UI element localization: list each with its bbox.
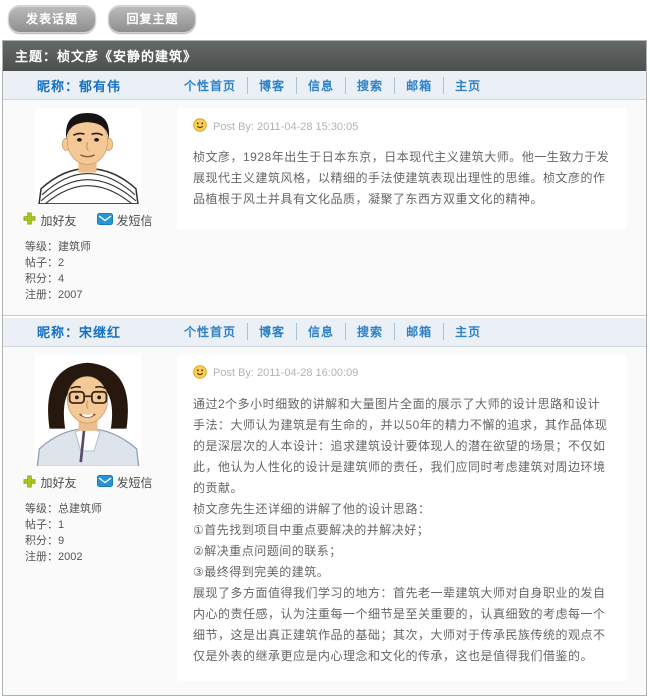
send-message-label: 发短信 <box>117 474 153 491</box>
stat-points: 积分：4 <box>25 271 173 287</box>
post-2-user-panel: 加好友 发短信 等级：总建筑师 帖子：1 积分：9 注册：2002 <box>3 355 173 578</box>
stat-level: 等级：总建筑师 <box>25 501 173 517</box>
post-2-nickname: 昵称：宋继红 <box>3 322 173 341</box>
post-2-content-box: Post By: 2011-04-28 16:00:09 通过2个多小时细致的讲… <box>177 355 626 681</box>
blue-envelope-icon <box>97 475 113 490</box>
send-message-label: 发短信 <box>117 212 153 229</box>
post-1: 昵称：郁有伟 个性首页 博客 信息 搜索 邮箱 主页 <box>3 71 646 315</box>
post-1-user-panel: 加好友 发短信 等级：建筑师 帖子：2 积分：4 注册：2007 <box>3 108 173 315</box>
post-1-nickname: 昵称：郁有伟 <box>3 76 173 95</box>
avatar-female-user[interactable] <box>35 355 141 467</box>
nav-link-personal-home[interactable]: 个性首页 <box>173 77 247 94</box>
post-2-body: 加好友 发短信 等级：总建筑师 帖子：1 积分：9 注册：2002 <box>3 347 646 695</box>
post-2-actions: 加好友 发短信 <box>3 474 173 491</box>
add-friend-label: 加好友 <box>40 212 76 229</box>
toolbar: 发表话题 回复主题 <box>0 0 650 40</box>
post-2-paragraph: ①首先找到项目中重点要解决的并解决好； <box>193 520 610 541</box>
post-1-header: 昵称：郁有伟 个性首页 博客 信息 搜索 邮箱 主页 <box>3 71 646 100</box>
post-1-content-box: Post By: 2011-04-28 15:30:05 桢文彦，1928年出生… <box>177 108 626 230</box>
nav-link-info[interactable]: 信息 <box>296 323 345 340</box>
post-2-timestamp: Post By: 2011-04-28 16:00:09 <box>213 367 358 379</box>
add-friend-link[interactable]: 加好友 <box>23 212 76 229</box>
smiley-face-icon <box>193 365 207 382</box>
post-1-user-stats: 等级：建筑师 帖子：2 积分：4 注册：2007 <box>25 239 173 303</box>
post-2-paragraph: 桢文彦先生还详细的讲解了他的设计思路： <box>193 499 610 520</box>
post-2-paragraph: 通过2个多小时细致的讲解和大量图片全面的展示了大师的设计思路和设计手法：大师认为… <box>193 394 610 499</box>
post-1-body: 加好友 发短信 等级：建筑师 帖子：2 积分：4 注册：2007 <box>3 100 646 315</box>
nav-link-homepage[interactable]: 主页 <box>443 77 492 94</box>
post-2: 昵称：宋继红 个性首页 博客 信息 搜索 邮箱 主页 <box>3 318 646 695</box>
post-2-user-stats: 等级：总建筑师 帖子：1 积分：9 注册：2002 <box>25 501 173 565</box>
avatar-male-user[interactable] <box>35 108 141 204</box>
post-1-nav-links: 个性首页 博客 信息 搜索 邮箱 主页 <box>173 77 492 94</box>
stat-registered: 注册：2007 <box>25 287 173 303</box>
post-2-header: 昵称：宋继红 个性首页 博客 信息 搜索 邮箱 主页 <box>3 318 646 347</box>
post-1-timestamp: Post By: 2011-04-28 15:30:05 <box>213 121 358 133</box>
post-1-actions: 加好友 发短信 <box>3 212 173 229</box>
post-1-paragraph: 桢文彦，1928年出生于日本东京，日本现代主义建筑大师。他一生致力于发展现代主义… <box>193 147 610 210</box>
send-message-link[interactable]: 发短信 <box>97 212 153 229</box>
nav-link-blog[interactable]: 博客 <box>247 77 296 94</box>
green-plus-icon <box>23 212 36 228</box>
green-plus-icon <box>23 475 36 491</box>
reply-topic-button[interactable]: 回复主题 <box>108 5 196 33</box>
stat-points: 积分：9 <box>25 533 173 549</box>
send-message-link[interactable]: 发短信 <box>97 474 153 491</box>
stat-level: 等级：建筑师 <box>25 239 173 255</box>
stat-posts: 帖子：2 <box>25 255 173 271</box>
smiley-face-icon <box>193 118 207 135</box>
nav-link-personal-home[interactable]: 个性首页 <box>173 323 247 340</box>
nav-link-blog[interactable]: 博客 <box>247 323 296 340</box>
post-2-paragraph: ②解决重点问题间的联系； <box>193 541 610 562</box>
thread-container: 主题：桢文彦《安静的建筑》 昵称：郁有伟 个性首页 博客 信息 搜索 邮箱 主页 <box>2 40 647 696</box>
post-2-paragraph: ③最终得到完美的建筑。 <box>193 562 610 583</box>
add-friend-label: 加好友 <box>40 474 76 491</box>
post-topic-button[interactable]: 发表话题 <box>8 5 96 33</box>
post-2-nav-links: 个性首页 博客 信息 搜索 邮箱 主页 <box>173 323 492 340</box>
nav-link-mailbox[interactable]: 邮箱 <box>394 323 443 340</box>
blue-envelope-icon <box>97 213 113 228</box>
post-2-paragraph: 展现了多方面值得我们学习的地方：首先老一辈建筑大师对自身职业的发自内心的责任感，… <box>193 583 610 667</box>
stat-registered: 注册：2002 <box>25 549 173 565</box>
post-1-meta: Post By: 2011-04-28 15:30:05 <box>193 118 610 135</box>
stat-posts: 帖子：1 <box>25 517 173 533</box>
post-2-meta: Post By: 2011-04-28 16:00:09 <box>193 365 610 382</box>
thread-title-bar: 主题：桢文彦《安静的建筑》 <box>3 41 646 71</box>
nav-link-search[interactable]: 搜索 <box>345 323 394 340</box>
nav-link-mailbox[interactable]: 邮箱 <box>394 77 443 94</box>
add-friend-link[interactable]: 加好友 <box>23 474 76 491</box>
nav-link-homepage[interactable]: 主页 <box>443 323 492 340</box>
nav-link-info[interactable]: 信息 <box>296 77 345 94</box>
nav-link-search[interactable]: 搜索 <box>345 77 394 94</box>
